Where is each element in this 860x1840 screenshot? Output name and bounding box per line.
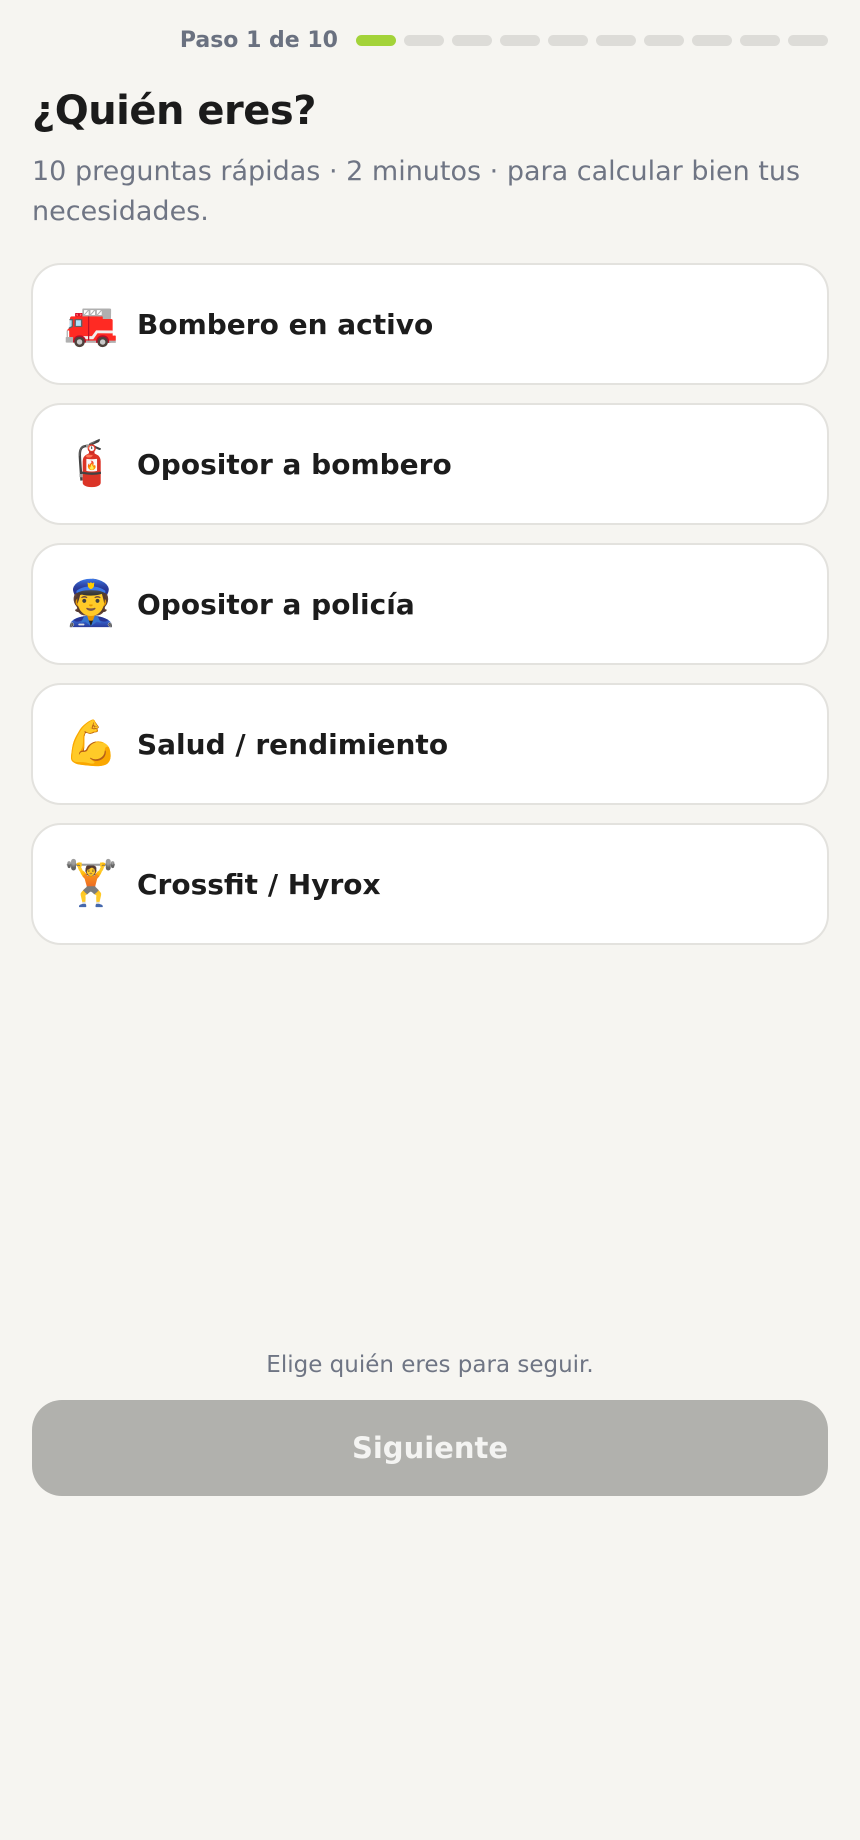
option-opositor-bombero[interactable]: 🧯 Opositor a bombero	[31, 403, 829, 525]
option-bombero-en-activo[interactable]: 🚒 Bombero en activo	[31, 263, 829, 385]
next-button[interactable]: Siguiente	[32, 1400, 828, 1496]
page-title: ¿Quién eres?	[32, 88, 316, 134]
selection-hint: Elige quién eres para seguir.	[266, 1352, 594, 1378]
progress-bar	[356, 34, 828, 46]
progress-segment-8	[692, 34, 732, 46]
page-subtitle: 10 preguntas rápidas · 2 minutos · para …	[32, 156, 801, 227]
step-label: Paso 1 de 10	[179, 27, 338, 53]
option-label: Salud / rendimiento	[137, 727, 449, 761]
option-opositor-policia[interactable]: 👮 Opositor a policía	[31, 543, 829, 665]
option-label: Crossfit / Hyrox	[137, 867, 381, 901]
fire-extinguisher-icon: 🧯	[63, 438, 119, 489]
progress-segment-7	[644, 34, 684, 46]
option-crossfit-hyrox[interactable]: 🏋️ Crossfit / Hyrox	[31, 823, 829, 945]
option-label: Opositor a policía	[137, 587, 415, 621]
progress-segment-9	[740, 34, 780, 46]
progress-header: Paso 1 de 10	[0, 22, 828, 58]
progress-segment-5	[548, 34, 588, 46]
progress-segment-10	[788, 34, 828, 46]
flexed-biceps-icon: 💪	[63, 718, 119, 769]
progress-segment-3	[452, 34, 492, 46]
progress-segment-6	[596, 34, 636, 46]
progress-segment-1	[356, 34, 396, 46]
option-label: Opositor a bombero	[137, 447, 452, 481]
options-list: 🚒 Bombero en activo 🧯 Opositor a bombero…	[31, 263, 829, 963]
police-officer-icon: 👮	[63, 578, 119, 629]
option-salud-rendimiento[interactable]: 💪 Salud / rendimiento	[31, 683, 829, 805]
weight-lifter-icon: 🏋️	[63, 858, 119, 909]
progress-segment-4	[500, 34, 540, 46]
progress-segment-2	[404, 34, 444, 46]
option-label: Bombero en activo	[137, 307, 434, 341]
fire-engine-icon: 🚒	[63, 298, 119, 349]
